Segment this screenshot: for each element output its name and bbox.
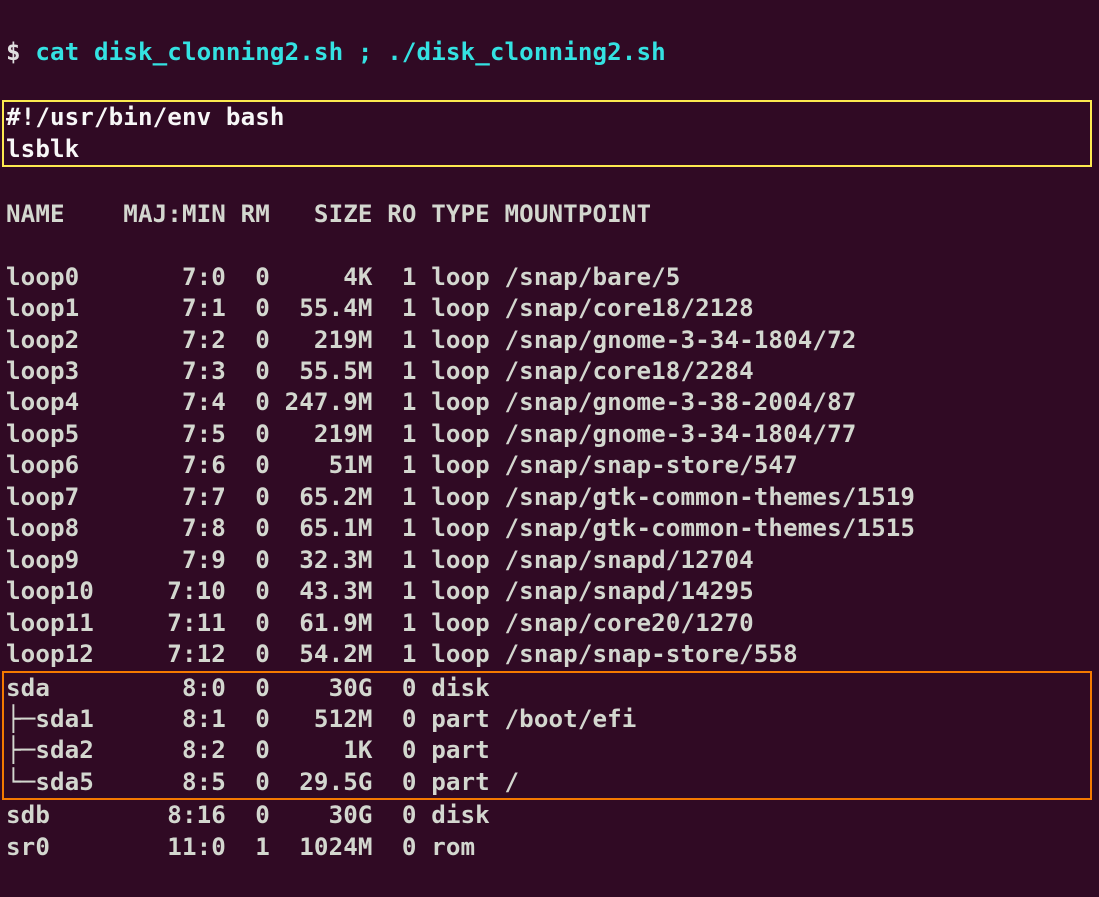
script-line: #!/usr/bin/env bash: [6, 102, 1088, 133]
script-line: lsblk: [6, 134, 1088, 165]
lsblk-row: loop0 7:0 0 4K 1 loop /snap/bare/5: [6, 262, 1097, 293]
lsblk-row: loop12 7:12 0 54.2M 1 loop /snap/snap-st…: [6, 639, 1097, 670]
prompt-symbol: $: [6, 38, 35, 66]
lsblk-row: ├─sda2 8:2 0 1K 0 part: [6, 735, 1088, 766]
command-line: $ cat disk_clonning2.sh ; ./disk_clonnin…: [6, 37, 1097, 68]
lsblk-row: loop2 7:2 0 219M 1 loop /snap/gnome-3-34…: [6, 325, 1097, 356]
lsblk-row: loop7 7:7 0 65.2M 1 loop /snap/gtk-commo…: [6, 482, 1097, 513]
lsblk-row: loop1 7:1 0 55.4M 1 loop /snap/core18/21…: [6, 293, 1097, 324]
lsblk-row: loop3 7:3 0 55.5M 1 loop /snap/core18/22…: [6, 356, 1097, 387]
lsblk-row: sdb 8:16 0 30G 0 disk: [6, 800, 1097, 831]
lsblk-row: sda 8:0 0 30G 0 disk: [6, 673, 1088, 704]
lsblk-row: loop8 7:8 0 65.1M 1 loop /snap/gtk-commo…: [6, 513, 1097, 544]
lsblk-row: loop11 7:11 0 61.9M 1 loop /snap/core20/…: [6, 608, 1097, 639]
lsblk-row: sr0 11:0 1 1024M 0 rom: [6, 832, 1097, 863]
lsblk-row: ├─sda1 8:1 0 512M 0 part /boot/efi: [6, 704, 1088, 735]
lsblk-row: loop10 7:10 0 43.3M 1 loop /snap/snapd/1…: [6, 576, 1097, 607]
lsblk-row: loop6 7:6 0 51M 1 loop /snap/snap-store/…: [6, 450, 1097, 481]
lsblk-header: NAME MAJ:MIN RM SIZE RO TYPE MOUNTPOINT: [6, 199, 1097, 230]
lsblk-rows: loop0 7:0 0 4K 1 loop /snap/bare/5loop1 …: [6, 262, 1097, 864]
lsblk-row: loop4 7:4 0 247.9M 1 loop /snap/gnome-3-…: [6, 387, 1097, 418]
terminal-output: $ cat disk_clonning2.sh ; ./disk_clonnin…: [0, 0, 1099, 897]
command-text: cat disk_clonning2.sh ; ./disk_clonning2…: [35, 38, 665, 66]
script-content-highlight: #!/usr/bin/env bashlsblk: [2, 100, 1092, 167]
lsblk-row: loop9 7:9 0 32.3M 1 loop /snap/snapd/127…: [6, 545, 1097, 576]
lsblk-row: └─sda5 8:5 0 29.5G 0 part /: [6, 767, 1088, 798]
lsblk-row: loop5 7:5 0 219M 1 loop /snap/gnome-3-34…: [6, 419, 1097, 450]
disk-sda-highlight: sda 8:0 0 30G 0 disk ├─sda1 8:1 0 512M 0…: [2, 671, 1092, 801]
